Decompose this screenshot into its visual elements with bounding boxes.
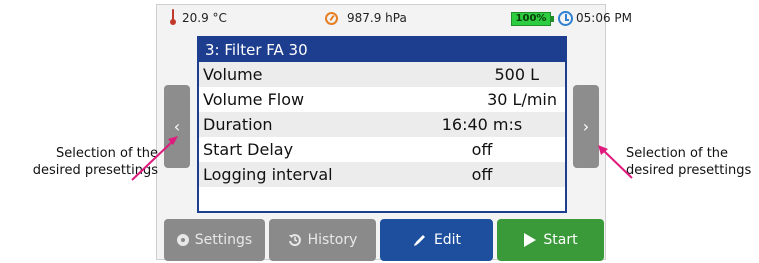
annotation-arrows xyxy=(131,136,633,181)
annotation-arrow-left xyxy=(131,139,175,181)
annotation-arrow-right xyxy=(602,149,633,179)
